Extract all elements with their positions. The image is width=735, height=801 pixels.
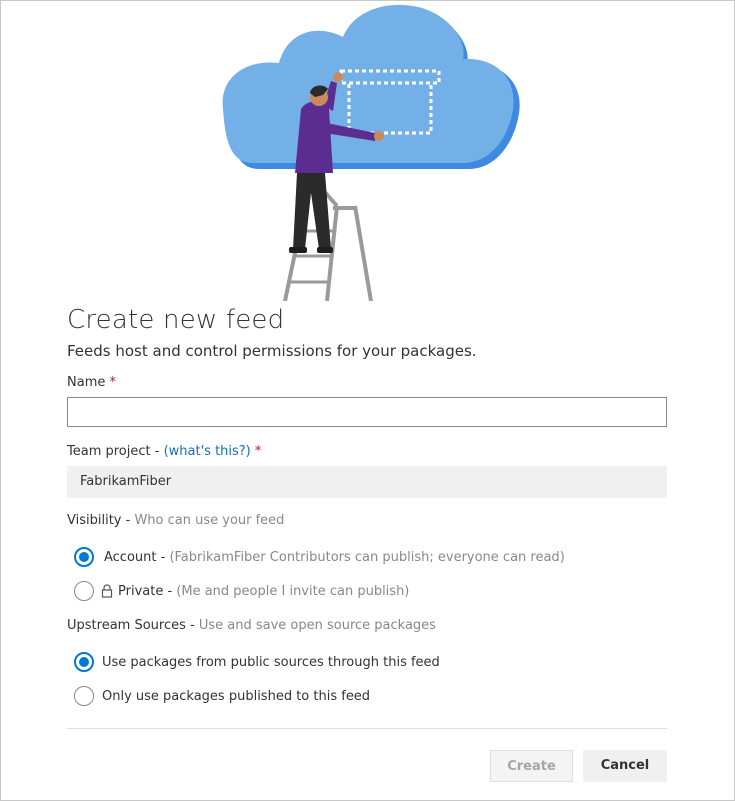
cloud-ladder-illustration [222,4,520,301]
public-sources-label: Use packages from public sources through… [102,654,440,670]
name-label-text: Name [67,375,106,390]
visibility-label: Visibility - Who can use your feed [67,513,284,528]
whats-this-link[interactable]: (what's this?) [164,444,251,459]
required-asterisk: * [109,375,117,390]
visibility-hint: Who can use your feed [134,513,285,528]
feed-only-radio[interactable] [74,686,94,706]
upstream-sources-label: Upstream Sources - Use and save open sou… [67,618,436,633]
account-option-label: Account - [104,549,170,565]
upstream-option-feed-only[interactable]: Only use packages published to this feed [74,685,370,707]
upstream-hint: Use and save open source packages [198,618,436,633]
lock-icon [101,584,113,598]
create-feed-dialog: Create new feed Feeds host and control p… [0,0,735,801]
private-option-label: Private - [118,583,177,599]
dialog-title: Create new feed [67,305,285,335]
account-option-text: Account - (FabrikamFiber Contributors ca… [104,550,565,565]
team-project-label: Team project - (what's this?) * [67,444,261,459]
upstream-option-public[interactable]: Use packages from public sources through… [74,651,440,673]
visibility-option-private[interactable]: Private - (Me and people I invite can pu… [74,580,409,602]
create-button[interactable]: Create [490,750,573,782]
private-option-detail: (Me and people I invite can publish) [176,583,410,599]
account-option-detail: (FabrikamFiber Contributors can publish;… [169,549,565,565]
private-option-text: Private - (Me and people I invite can pu… [118,584,409,599]
name-label: Name * [67,375,116,390]
name-input[interactable] [67,397,667,427]
footer-divider [67,728,667,729]
dialog-subtitle: Feeds host and control permissions for y… [67,342,477,360]
visibility-option-account[interactable]: Account - (FabrikamFiber Contributors ca… [74,546,565,568]
team-project-label-text: Team project - [67,444,164,459]
cancel-button[interactable]: Cancel [583,750,667,782]
visibility-label-text: Visibility - [67,513,135,528]
upstream-label-text: Upstream Sources - [67,618,199,633]
team-project-field: FabrikamFiber [67,466,667,498]
required-asterisk: * [254,444,262,459]
account-radio[interactable] [74,547,94,567]
private-radio[interactable] [74,581,94,601]
public-sources-radio[interactable] [74,652,94,672]
feed-only-label: Only use packages published to this feed [102,688,371,704]
